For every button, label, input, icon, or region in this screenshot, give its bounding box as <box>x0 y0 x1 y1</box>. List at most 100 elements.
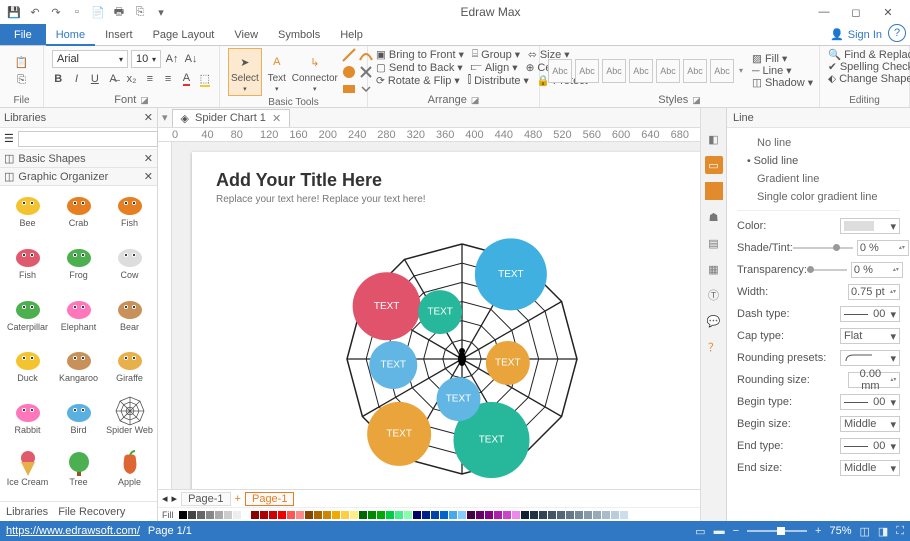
color-swatch[interactable] <box>449 511 457 519</box>
library-shape[interactable]: Fish <box>2 240 53 292</box>
styles-dialog-icon[interactable]: ◪ <box>692 95 701 106</box>
color-swatch[interactable] <box>620 511 628 519</box>
color-swatch[interactable] <box>395 511 403 519</box>
zoom-slider[interactable] <box>747 530 807 532</box>
style-chip[interactable]: Abc <box>656 59 680 83</box>
underline-icon[interactable]: U <box>89 71 101 87</box>
help-panel-icon[interactable]: ？ <box>705 338 723 356</box>
shadow-panel-icon[interactable]: ☗ <box>705 208 723 226</box>
italic-icon[interactable]: I <box>70 71 82 87</box>
layers-panel-icon[interactable]: ▦ <box>705 260 723 278</box>
color-swatch[interactable] <box>197 511 205 519</box>
color-swatch[interactable] <box>188 511 196 519</box>
redo-icon[interactable]: ↷ <box>48 4 64 20</box>
arrange-dialog-icon[interactable]: ◪ <box>471 95 480 106</box>
color-swatch[interactable] <box>584 511 592 519</box>
status-url[interactable]: https://www.edrawsoft.com/ <box>6 525 140 537</box>
tab-insert[interactable]: Insert <box>95 24 143 45</box>
color-swatch[interactable] <box>422 511 430 519</box>
color-swatch[interactable] <box>386 511 394 519</box>
next-page-icon[interactable]: ▸ <box>172 492 178 505</box>
minimize-icon[interactable]: — <box>812 3 836 21</box>
color-swatch[interactable] <box>467 511 475 519</box>
close-section-icon[interactable]: ✕ <box>144 170 153 183</box>
color-swatch[interactable] <box>431 511 439 519</box>
line-panel-icon[interactable]: ▭ <box>705 156 723 174</box>
color-swatch[interactable] <box>530 511 538 519</box>
color-swatch[interactable] <box>440 511 448 519</box>
strike-icon[interactable]: A̶ <box>107 71 119 87</box>
doc-tab[interactable]: ◈Spider Chart 1✕ <box>172 109 291 127</box>
zoom-plus-icon[interactable]: + <box>815 525 821 537</box>
tab-home[interactable]: Home <box>46 24 95 45</box>
begin-size-combo[interactable]: Middle▾ <box>840 416 900 432</box>
transparency-input[interactable]: 0 %▴▾ <box>851 262 903 278</box>
color-swatch[interactable] <box>323 511 331 519</box>
color-swatch[interactable] <box>557 511 565 519</box>
view-mode-icon[interactable]: ◫ <box>859 525 869 538</box>
tabs-menu-icon[interactable]: ▾ <box>162 111 168 124</box>
line-option-solid[interactable]: • Solid line <box>737 152 900 170</box>
begin-type-combo[interactable]: 00▾ <box>840 394 900 410</box>
increase-font-icon[interactable]: A↑ <box>164 51 180 67</box>
rotate-flip-button[interactable]: ⟳ Rotate & Flip ▾ <box>376 74 460 87</box>
line-option-single-gradient[interactable]: Single color gradient line <box>737 188 900 206</box>
style-chip[interactable]: Abc <box>548 59 572 83</box>
dash-combo[interactable]: 00▾ <box>840 306 900 322</box>
shadow-button[interactable]: ◫ Shadow ▾ <box>752 77 813 89</box>
color-swatch[interactable] <box>575 511 583 519</box>
tab-view[interactable]: View <box>224 24 268 45</box>
color-swatch[interactable] <box>485 511 493 519</box>
color-swatch[interactable] <box>368 511 376 519</box>
library-shape[interactable]: Bird <box>53 395 104 447</box>
paste-icon[interactable]: 📋 <box>14 54 30 70</box>
color-swatch[interactable] <box>350 511 358 519</box>
library-shape[interactable]: Tree <box>53 447 104 499</box>
library-shape[interactable]: Rabbit <box>2 395 53 447</box>
circle-shape-icon[interactable] <box>342 65 356 79</box>
copy-icon[interactable]: ⎘ <box>14 72 30 88</box>
library-shape[interactable]: Apple <box>104 447 155 499</box>
end-type-combo[interactable]: 00▾ <box>840 438 900 454</box>
decrease-font-icon[interactable]: A↓ <box>183 51 199 67</box>
page-title[interactable]: Add Your Title Here <box>216 170 382 191</box>
subscript-icon[interactable]: x₂ <box>125 71 137 87</box>
bullets-icon[interactable]: ≡ <box>144 71 156 87</box>
color-swatch[interactable] <box>305 511 313 519</box>
color-swatch[interactable] <box>251 511 259 519</box>
align-button[interactable]: ⫍ Align ▾ <box>471 61 518 74</box>
styles-more-icon[interactable]: ▾ <box>737 66 745 75</box>
line-button[interactable]: ─ Line ▾ <box>752 65 813 77</box>
page[interactable]: Add Your Title Here Replace your text he… <box>192 152 700 489</box>
color-swatch[interactable] <box>512 511 520 519</box>
style-chip[interactable]: Abc <box>575 59 599 83</box>
fill-panel-icon[interactable] <box>705 182 723 200</box>
color-swatch[interactable] <box>332 511 340 519</box>
transparency-slider[interactable] <box>807 269 847 271</box>
color-swatch[interactable] <box>566 511 574 519</box>
font-color-icon[interactable]: A <box>180 71 192 87</box>
save-icon[interactable]: 💾 <box>6 4 22 20</box>
connector-tool[interactable]: ↳Connector▾ <box>292 51 338 93</box>
bring-front-button[interactable]: ▣ Bring to Front ▾ <box>376 48 464 61</box>
select-tool[interactable]: ➤Select▾ <box>228 48 262 96</box>
fit-width-icon[interactable]: ▬ <box>714 525 725 537</box>
print-icon[interactable]: 🖶 <box>111 4 127 20</box>
search-input[interactable] <box>18 131 158 147</box>
align-icon[interactable]: ≡ <box>162 71 174 87</box>
style-chip[interactable]: Abc <box>683 59 707 83</box>
library-shape[interactable]: Spider Web <box>104 395 155 447</box>
group-button[interactable]: ⌸ Group ▾ <box>472 48 520 61</box>
library-shape[interactable]: Fish <box>104 188 155 240</box>
color-swatch[interactable] <box>377 511 385 519</box>
style-chip[interactable]: Abc <box>602 59 626 83</box>
color-swatch[interactable] <box>413 511 421 519</box>
chevron-down-icon[interactable]: ▾ <box>153 4 169 20</box>
distribute-button[interactable]: ⫿ Distribute ▾ <box>468 74 529 87</box>
library-shape[interactable]: Cow <box>104 240 155 292</box>
text-tool[interactable]: AText▾ <box>266 51 288 93</box>
color-swatch[interactable] <box>260 511 268 519</box>
color-swatch[interactable] <box>242 511 250 519</box>
color-swatch[interactable] <box>224 511 232 519</box>
color-swatch[interactable] <box>233 511 241 519</box>
